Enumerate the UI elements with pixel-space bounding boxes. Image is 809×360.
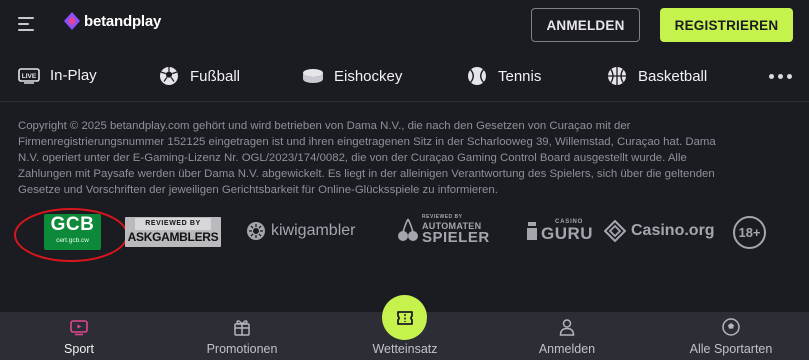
tennis-ball-icon bbox=[468, 67, 486, 85]
live-icon: LIVE bbox=[18, 68, 40, 84]
casino-org-text: Casino.org bbox=[631, 222, 715, 239]
automaten-reviewed: REVIEWED BY bbox=[422, 214, 463, 220]
tab-label-promotionen: Promotionen bbox=[206, 342, 278, 356]
soccer-ball-icon bbox=[160, 67, 178, 85]
nav-label-eishockey: Eishockey bbox=[334, 67, 403, 85]
sports-nav: LIVE In-Play Fußball Eishockey Tennis Ba… bbox=[0, 52, 809, 102]
casino-guru-logo[interactable]: CASINO GURU bbox=[526, 218, 593, 242]
tv-icon bbox=[70, 320, 88, 336]
user-icon bbox=[559, 319, 575, 336]
ticket-icon bbox=[396, 310, 413, 325]
casino-org-logo[interactable]: Casino.org bbox=[604, 220, 715, 242]
gift-icon bbox=[234, 320, 250, 336]
askgamblers-logo[interactable]: REVIEWED BY ASKGAMBLERS bbox=[125, 217, 221, 247]
askgamblers-name: ASKGAMBLERS bbox=[127, 230, 219, 244]
login-button[interactable]: ANMELDEN bbox=[531, 8, 640, 42]
diamond-icon bbox=[604, 220, 626, 242]
tab-label-wetteinsatz: Wetteinsatz bbox=[372, 342, 438, 356]
register-button[interactable]: REGISTRIEREN bbox=[660, 8, 793, 42]
nav-item-in-play[interactable]: LIVE In-Play bbox=[18, 65, 97, 85]
nav-item-fussball[interactable]: Fußball bbox=[158, 65, 240, 87]
soccer-ball-icon bbox=[722, 318, 740, 336]
annotation-circle bbox=[14, 208, 128, 262]
hockey-puck-icon bbox=[303, 69, 323, 83]
tab-promotionen[interactable]: Promotionen bbox=[196, 312, 288, 360]
nav-item-eishockey[interactable]: Eishockey bbox=[302, 65, 402, 87]
cherries-icon bbox=[398, 218, 418, 241]
nav-item-basketball[interactable]: Basketball bbox=[606, 65, 707, 87]
betslip-button[interactable] bbox=[382, 295, 427, 340]
guru-icon bbox=[527, 222, 537, 240]
copyright-text: Copyright © 2025 betandplay.com gehört u… bbox=[18, 120, 716, 196]
nav-label-tennis: Tennis bbox=[498, 67, 542, 85]
tab-label-alle-sportarten: Alle Sportarten bbox=[689, 342, 773, 356]
tab-anmelden[interactable]: Anmelden bbox=[534, 312, 600, 360]
kiwigambler-text: kiwigambler bbox=[271, 222, 356, 239]
header: betandplay ANMELDEN REGISTRIEREN bbox=[0, 0, 809, 52]
tab-label-sport: Sport bbox=[64, 342, 94, 356]
tab-sport[interactable]: Sport bbox=[49, 312, 109, 360]
nav-label-fussball: Fußball bbox=[190, 67, 241, 85]
more-sports-icon[interactable] bbox=[769, 74, 792, 79]
askgamblers-reviewed: REVIEWED BY bbox=[135, 218, 211, 230]
nav-label-basketball: Basketball bbox=[638, 67, 708, 85]
tab-label-anmelden: Anmelden bbox=[538, 342, 596, 356]
nav-item-tennis[interactable]: Tennis bbox=[466, 65, 541, 87]
automaten-spieler: SPIELER bbox=[422, 229, 490, 246]
age-restriction-badge: 18+ bbox=[733, 216, 766, 249]
kiwi-icon bbox=[247, 222, 265, 240]
logo[interactable]: betandplay bbox=[64, 12, 161, 30]
guru-text: GURU bbox=[541, 224, 594, 243]
svg-text:LIVE: LIVE bbox=[22, 73, 37, 80]
tab-alle-sportarten[interactable]: Alle Sportarten bbox=[684, 312, 778, 360]
logo-text: betandplay bbox=[84, 12, 162, 30]
partner-logos: GCB cert.gcb.cw REVIEWED BY ASKGAMBLERS … bbox=[0, 208, 809, 262]
automatenspieler-logo[interactable]: REVIEWED BY AUTOMATEN SPIELER bbox=[398, 214, 490, 245]
logo-icon bbox=[64, 12, 80, 30]
basketball-icon bbox=[608, 67, 626, 85]
hamburger-menu-icon[interactable] bbox=[18, 17, 38, 31]
nav-label-in-play: In-Play bbox=[50, 66, 97, 84]
kiwigambler-logo[interactable]: kiwigambler bbox=[246, 221, 355, 241]
